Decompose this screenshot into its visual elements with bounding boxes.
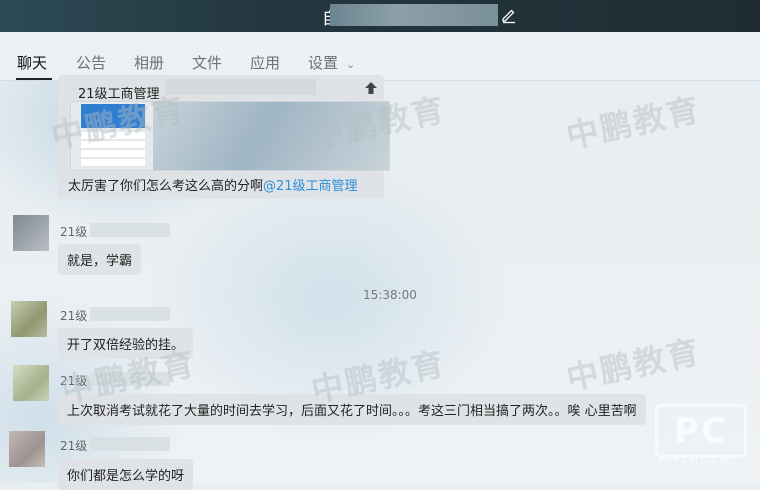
timestamp-divider: 15:38:00 xyxy=(363,288,417,302)
upload-arrow-icon[interactable] xyxy=(364,81,378,95)
sender-redaction xyxy=(90,307,170,321)
tab-bar: 聊天 公告 相册 文件 应用 设置 ⌄ xyxy=(0,32,760,81)
tab-settings-label: 设置 xyxy=(308,54,339,72)
tab-files[interactable]: 文件 xyxy=(192,52,222,73)
sender-redaction xyxy=(90,437,170,451)
avatar[interactable] xyxy=(9,431,45,467)
avatar[interactable] xyxy=(11,301,47,337)
chevron-down-icon: ⌄ xyxy=(346,58,356,71)
thumbnail-right-panel xyxy=(153,102,389,170)
message-bubble[interactable]: 你们都是怎么学的呀 xyxy=(58,459,194,490)
avatar[interactable] xyxy=(13,215,49,251)
edit-icon[interactable] xyxy=(500,6,518,24)
tab-album[interactable]: 相册 xyxy=(134,52,164,73)
active-tab-indicator xyxy=(16,78,52,80)
sender-name: 21级 xyxy=(60,309,88,323)
sender-name: 21级 xyxy=(60,225,88,239)
tab-settings[interactable]: 设置 ⌄ xyxy=(308,52,355,73)
message-text: 太厉害了你们怎么考这么高的分啊@21级工商管理 xyxy=(68,179,358,194)
title-bar: 自考 xyxy=(0,0,760,32)
shared-screenshot-thumbnail[interactable] xyxy=(70,101,390,171)
tab-announcements[interactable]: 公告 xyxy=(76,52,106,73)
avatar[interactable] xyxy=(13,365,49,401)
sender-redaction xyxy=(90,372,170,386)
mention-link[interactable]: @21级工商管理 xyxy=(263,179,358,194)
sender-name: 21级 xyxy=(60,374,88,388)
message-bubble[interactable]: 开了双倍经验的挂。 xyxy=(58,328,194,359)
tab-chat[interactable]: 聊天 xyxy=(17,52,47,73)
chat-history[interactable]: 21级工商管理 太厉害了你们怎么考这么高的分啊@21级工商管理 21级 就是，学… xyxy=(0,75,760,490)
message-bubble[interactable]: 就是，学霸 xyxy=(58,244,142,275)
card-title-redaction xyxy=(166,79,316,95)
card-title: 21级工商管理 xyxy=(78,87,160,102)
sender-name: 21级 xyxy=(60,439,88,453)
site-logo-caption: PHPCMS.CN xyxy=(658,456,730,466)
message-bubble[interactable]: 上次取消考试就花了大量的时间去学习，后面又花了时间。。。考这三门相当搞了两次。。… xyxy=(58,394,646,425)
thumbnail-header-bar xyxy=(81,104,145,128)
sender-redaction xyxy=(90,223,170,237)
shared-card-message[interactable]: 21级工商管理 太厉害了你们怎么考这么高的分啊@21级工商管理 xyxy=(58,75,390,199)
tab-apps[interactable]: 应用 xyxy=(250,52,280,73)
site-logo-watermark: PC xyxy=(655,404,747,458)
title-redaction xyxy=(330,4,498,26)
thumbnail-list xyxy=(81,132,145,168)
